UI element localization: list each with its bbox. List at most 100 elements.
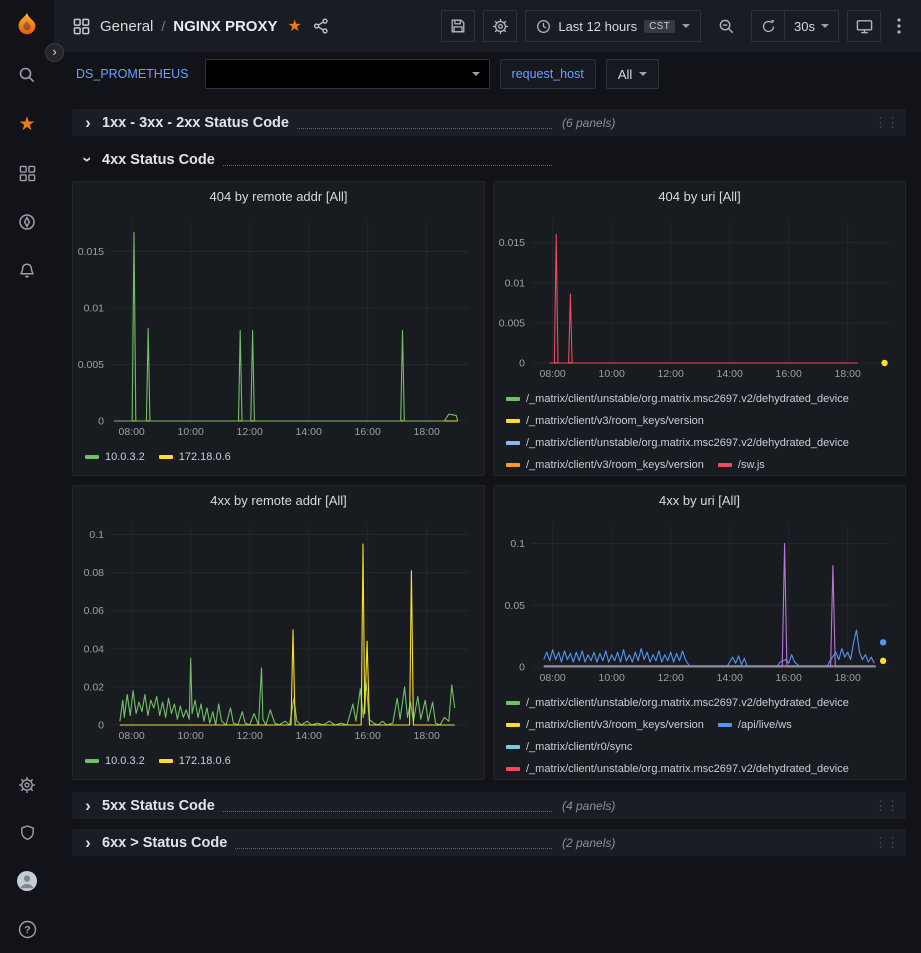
timeseries-chart[interactable]: 08:0010:0012:0014:0016:0018:0000.050.1 <box>494 516 905 686</box>
legend-item[interactable]: /_matrix/client/unstable/org.matrix.msc2… <box>506 434 849 452</box>
legend-item[interactable]: /api/live/ws <box>718 716 792 734</box>
datasource-variable-label[interactable]: DS_PROMETHEUS <box>70 61 195 87</box>
svg-text:0.015: 0.015 <box>78 246 104 258</box>
timeseries-chart[interactable]: 08:0010:0012:0014:0016:0018:0000.020.040… <box>73 516 484 744</box>
svg-text:10:00: 10:00 <box>178 426 204 438</box>
timeseries-chart[interactable]: 08:0010:0012:0014:0016:0018:0000.0050.01… <box>494 212 905 382</box>
svg-text:10:00: 10:00 <box>178 730 204 742</box>
share-icon <box>313 18 329 34</box>
chevron-right-icon: › <box>80 114 96 131</box>
row-6xx[interactable]: › 6xx > Status Code (2 panels) ⋮⋮ <box>72 829 906 856</box>
legend-label: /sw.js <box>738 456 765 474</box>
row-drag-handle[interactable]: ⋮⋮ <box>874 798 898 814</box>
legend-item[interactable]: /_matrix/client/v3/room_keys/version <box>506 456 704 474</box>
panel-grid-4xx: 404 by remote addr [All] 08:0010:0012:00… <box>72 181 906 780</box>
gear-icon <box>492 18 509 35</box>
breadcrumb-section[interactable]: General <box>100 18 153 35</box>
refresh-button[interactable] <box>751 10 785 42</box>
zoom-out-button[interactable] <box>709 10 743 42</box>
host-variable-select[interactable] <box>205 59 490 89</box>
sidebar-item-dashboards[interactable] <box>13 159 41 187</box>
row-1xx-3xx-2xx[interactable]: › 1xx - 3xx - 2xx Status Code (6 panels)… <box>72 109 906 136</box>
time-range-picker[interactable]: Last 12 hours CST <box>525 10 701 42</box>
sidebar-item-explore[interactable] <box>13 208 41 236</box>
legend-item[interactable]: /_matrix/client/unstable/org.matrix.msc2… <box>506 694 849 712</box>
row-drag-handle[interactable]: ⋮⋮ <box>874 115 898 131</box>
share-button[interactable] <box>310 15 332 37</box>
svg-text:0: 0 <box>98 416 104 428</box>
timezone-badge: CST <box>644 20 675 33</box>
sidebar-item-configuration[interactable] <box>13 771 41 799</box>
svg-text:?: ? <box>24 924 30 936</box>
panel-title[interactable]: 4xx by uri [All] <box>494 486 905 516</box>
svg-text:16:00: 16:00 <box>355 730 381 742</box>
sidebar-item-server-admin[interactable] <box>13 819 41 847</box>
row-panel-count: (2 panels) <box>562 836 615 850</box>
row-title: 4xx Status Code <box>102 152 215 168</box>
legend-item[interactable]: /_matrix/client/r0/sync <box>506 738 632 756</box>
grafana-flame-icon <box>13 11 41 39</box>
svg-text:14:00: 14:00 <box>717 672 743 684</box>
request-host-variable-select[interactable]: All <box>606 59 659 89</box>
sidebar-item-profile[interactable] <box>13 867 41 895</box>
svg-text:0.01: 0.01 <box>84 303 105 315</box>
svg-text:0.06: 0.06 <box>84 605 105 617</box>
legend-item[interactable]: 10.0.3.2 <box>85 752 145 770</box>
svg-text:14:00: 14:00 <box>296 426 322 438</box>
zoom-out-icon <box>718 18 735 35</box>
legend-swatch <box>506 745 520 749</box>
breadcrumb-dashboard-title[interactable]: NGINX PROXY <box>173 18 277 35</box>
panel-title[interactable]: 4xx by remote addr [All] <box>73 486 484 516</box>
variables-bar: DS_PROMETHEUS request_host All <box>54 52 921 96</box>
more-options-button[interactable] <box>889 10 909 42</box>
tv-mode-button[interactable] <box>847 10 881 42</box>
avatar <box>16 870 38 892</box>
dashboard-settings-button[interactable] <box>483 10 517 42</box>
legend-swatch <box>506 767 520 771</box>
panel-legend: 10.0.3.2 172.18.0.6 <box>73 744 484 779</box>
legend-item[interactable]: /_matrix/client/unstable/org.matrix.msc2… <box>506 760 849 778</box>
favorite-star-icon[interactable]: ★ <box>287 16 301 36</box>
grafana-logo[interactable] <box>12 10 42 40</box>
legend-item[interactable]: /_matrix/client/v3/room_keys/version <box>506 716 704 734</box>
legend-swatch <box>718 463 732 467</box>
svg-text:08:00: 08:00 <box>119 426 145 438</box>
sidebar-item-help[interactable]: ? <box>13 915 41 943</box>
panel-title[interactable]: 404 by uri [All] <box>494 182 905 212</box>
save-dashboard-button[interactable] <box>441 10 475 42</box>
legend-swatch <box>506 701 520 705</box>
panel-title[interactable]: 404 by remote addr [All] <box>73 182 484 212</box>
refresh-interval-dropdown[interactable]: 30s <box>784 10 839 42</box>
help-icon: ? <box>18 920 37 939</box>
chevron-right-icon: › <box>80 797 96 814</box>
row-dotted-leader <box>235 836 552 849</box>
svg-text:0: 0 <box>519 662 525 674</box>
sidebar-item-search[interactable] <box>13 61 41 89</box>
sidebar-item-starred[interactable]: ★ <box>13 110 41 138</box>
legend-item[interactable]: 10.0.3.2 <box>85 448 145 466</box>
legend-item[interactable]: /_matrix/client/unstable/org.matrix.msc2… <box>506 390 849 408</box>
legend-item[interactable]: /_matrix/client/v3/room_keys/version <box>506 412 704 430</box>
row-4xx[interactable]: › 4xx Status Code <box>72 146 906 173</box>
apps-grid-button[interactable] <box>70 15 92 37</box>
svg-text:0.1: 0.1 <box>510 538 525 550</box>
timeseries-chart[interactable]: 08:0010:0012:0014:0016:0018:0000.0050.01… <box>73 212 484 440</box>
legend-swatch <box>159 455 173 459</box>
panel-404-by-remote-addr: 404 by remote addr [All] 08:0010:0012:00… <box>72 181 485 476</box>
legend-label: 10.0.3.2 <box>105 752 145 770</box>
panel-legend: /_matrix/client/unstable/org.matrix.msc2… <box>494 686 905 779</box>
row-5xx[interactable]: › 5xx Status Code (4 panels) ⋮⋮ <box>72 792 906 819</box>
svg-text:12:00: 12:00 <box>658 368 684 380</box>
row-dotted-leader <box>223 799 552 812</box>
legend-item[interactable]: 172.18.0.6 <box>159 448 231 466</box>
monitor-icon <box>856 18 873 35</box>
svg-text:12:00: 12:00 <box>237 730 263 742</box>
legend-item[interactable]: /sw.js <box>718 456 765 474</box>
sidebar-expand-button[interactable]: › <box>45 43 64 62</box>
row-drag-handle[interactable]: ⋮⋮ <box>874 835 898 851</box>
sidebar-item-alerting[interactable] <box>13 257 41 285</box>
request-host-variable-label[interactable]: request_host <box>500 59 596 89</box>
legend-swatch <box>506 463 520 467</box>
legend-item[interactable]: 172.18.0.6 <box>159 752 231 770</box>
gear-icon <box>18 776 36 794</box>
